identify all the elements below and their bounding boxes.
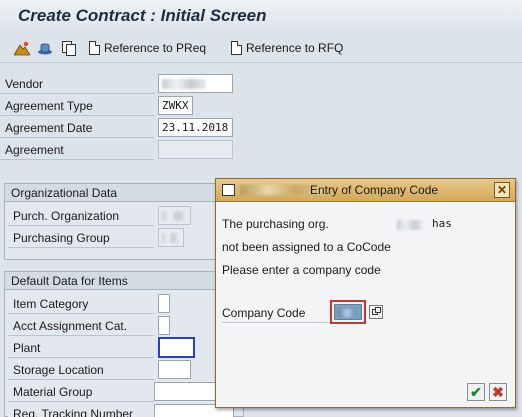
organizational-data-title: Organizational Data [5, 184, 243, 202]
ok-button[interactable]: ✔ [467, 383, 485, 401]
mountain-icon[interactable] [14, 40, 30, 56]
storage-location-field[interactable] [158, 360, 191, 379]
hat-icon[interactable] [37, 40, 53, 56]
close-icon[interactable]: ✕ [494, 182, 510, 198]
acct-assignment-label: Acct Assignment Cat. [8, 317, 154, 336]
agreement-type-label: Agreement Type [0, 97, 154, 116]
item-category-field[interactable] [158, 294, 170, 313]
redacted-value [162, 79, 206, 89]
document-icon [89, 41, 100, 55]
dialog-body: The purchasing org. has not been assigne… [216, 203, 515, 407]
item-category-label: Item Category [8, 295, 154, 314]
message-line-2: not been assigned to a CoCode [222, 240, 391, 254]
agreement-date-label: Agreement Date [0, 119, 154, 138]
redacted-value [162, 233, 179, 243]
reference-to-preq-label: Reference to PReq [104, 41, 207, 55]
purchasing-group-label: Purchasing Group [8, 229, 154, 248]
message-line-1-suffix: has [432, 217, 452, 230]
document-icon [231, 41, 242, 55]
redacted-value [162, 211, 186, 221]
purchasing-group-field[interactable] [158, 228, 184, 247]
acct-assignment-field[interactable] [158, 316, 170, 335]
plant-field[interactable] [158, 337, 195, 358]
reference-to-rfq-button[interactable]: Reference to RFQ [231, 39, 343, 57]
copy-icon[interactable] [61, 40, 77, 56]
application-toolbar: Reference to PReq Reference to RFQ [0, 31, 522, 63]
dialog-window-icon [222, 184, 235, 196]
redacted-value [338, 309, 356, 317]
message-line-1-prefix: The purchasing org. [222, 217, 329, 231]
default-data-title: Default Data for Items [5, 272, 243, 290]
reference-to-rfq-label: Reference to RFQ [246, 41, 344, 55]
dialog-title: Entry of Company Code [310, 183, 439, 197]
company-code-field-focus [330, 300, 366, 324]
purch-organization-field[interactable] [158, 206, 191, 225]
agreement-type-field[interactable]: ZWKX [158, 96, 193, 115]
message-line-3: Please enter a company code [222, 263, 381, 277]
value-help-icon[interactable] [369, 305, 383, 319]
material-group-label: Material Group [8, 383, 154, 402]
agreement-label: Agreement [0, 141, 154, 160]
vendor-field[interactable] [158, 74, 233, 93]
req-tracking-number-label: Req. Tracking Number [8, 405, 154, 417]
company-code-label: Company Code [222, 306, 330, 323]
agreement-date-field[interactable]: 23.11.2018 [158, 118, 233, 137]
dialog-title-bar[interactable]: Entry of Company Code ✕ [216, 179, 515, 202]
company-code-dialog: Entry of Company Code ✕ The purchasing o… [215, 178, 516, 408]
vendor-label: Vendor [0, 75, 154, 94]
purch-organization-label: Purch. Organization [8, 207, 154, 226]
reference-to-preq-button[interactable]: Reference to PReq [89, 39, 206, 57]
plant-label: Plant [8, 339, 154, 358]
redacted-purch-org [397, 220, 423, 230]
page-title: Create Contract : Initial Screen [18, 6, 267, 25]
cancel-button[interactable]: ✖ [489, 383, 507, 401]
company-code-field[interactable] [334, 304, 362, 320]
title-bar: Create Contract : Initial Screen [0, 0, 522, 31]
agreement-field[interactable] [158, 140, 233, 159]
storage-location-label: Storage Location [8, 361, 154, 380]
